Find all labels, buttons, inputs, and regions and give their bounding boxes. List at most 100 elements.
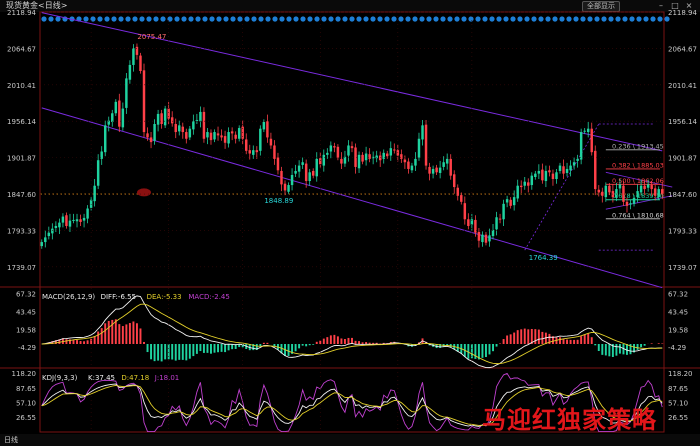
marker-dot bbox=[118, 16, 124, 22]
candle-body bbox=[156, 113, 160, 125]
candle-body bbox=[498, 218, 502, 220]
kdj-legend-label: KDJ(9,3,3) bbox=[42, 374, 78, 382]
marker-dot bbox=[468, 16, 474, 22]
candle-body bbox=[428, 166, 431, 174]
candle-body bbox=[315, 158, 318, 177]
marker-dot bbox=[300, 16, 306, 22]
marker-dot bbox=[132, 16, 138, 22]
marker-dot bbox=[272, 16, 278, 22]
candle-body bbox=[393, 149, 396, 151]
candle-body bbox=[417, 138, 421, 158]
candle-body bbox=[86, 208, 89, 219]
macd-dea-line bbox=[41, 303, 663, 365]
marker-dot bbox=[139, 16, 145, 22]
candle-body bbox=[269, 138, 273, 146]
y-tick-label-right: 1847.60 bbox=[668, 191, 697, 199]
y-tick-label: 2118.94 bbox=[7, 9, 36, 17]
candle-body bbox=[435, 167, 438, 173]
candle-body bbox=[206, 132, 209, 138]
candle-body bbox=[280, 170, 283, 185]
status-bar: 日线 bbox=[0, 434, 700, 446]
candle-body bbox=[149, 137, 153, 143]
candle-body bbox=[403, 159, 407, 163]
candle-body bbox=[326, 152, 329, 155]
marker-dot bbox=[377, 16, 383, 22]
y-tick-label: 118.20 bbox=[12, 370, 37, 378]
marker-dot bbox=[643, 16, 649, 22]
y-tick-label-right: 118.20 bbox=[668, 370, 693, 378]
marker-dot bbox=[510, 16, 516, 22]
candle-body bbox=[657, 189, 660, 198]
candle-body bbox=[163, 108, 167, 126]
candle-body bbox=[537, 170, 541, 174]
marker-dot bbox=[258, 16, 264, 22]
candle-body bbox=[523, 181, 526, 186]
candle-body bbox=[386, 153, 389, 157]
marker-dot bbox=[363, 16, 369, 22]
candle-body bbox=[548, 170, 551, 173]
candle-body bbox=[51, 228, 54, 234]
candle-body bbox=[170, 117, 174, 124]
macd-legend-label: DIFF:-6.55 bbox=[101, 293, 136, 301]
candle-body bbox=[245, 139, 248, 151]
candle-body bbox=[364, 153, 368, 161]
marker-dot bbox=[342, 16, 348, 22]
candle-body bbox=[153, 123, 156, 141]
marker-dot bbox=[167, 16, 173, 22]
watermark-text: 马迎红独家策略 bbox=[482, 406, 657, 434]
marker-dot bbox=[251, 16, 257, 22]
candle-body bbox=[340, 158, 343, 164]
candle-body bbox=[118, 100, 121, 127]
candle-body bbox=[354, 147, 357, 167]
marker-dot bbox=[188, 16, 194, 22]
price-annotation: 2075.47 bbox=[137, 33, 166, 41]
candle-body bbox=[650, 185, 653, 190]
candle-body bbox=[361, 154, 364, 162]
marker-dot bbox=[384, 16, 390, 22]
candle-body bbox=[139, 55, 142, 71]
candle-body bbox=[135, 46, 139, 55]
candle-body bbox=[414, 158, 417, 166]
candle-body bbox=[484, 234, 488, 243]
candle-body bbox=[534, 173, 537, 177]
candle-body bbox=[505, 199, 509, 203]
marker-dot bbox=[356, 16, 362, 22]
marker-dot bbox=[503, 16, 509, 22]
kdj-legend-label: K:37.45 bbox=[88, 374, 115, 382]
marker-dot bbox=[636, 16, 642, 22]
candle-body bbox=[276, 157, 280, 171]
candle-body bbox=[661, 189, 664, 194]
marker-dot bbox=[293, 16, 299, 22]
marker-dot bbox=[195, 16, 201, 22]
marker-dot bbox=[55, 16, 61, 22]
candle-body bbox=[319, 158, 322, 165]
marker-dot bbox=[174, 16, 180, 22]
marker-dot bbox=[524, 16, 530, 22]
marker-dot bbox=[545, 16, 551, 22]
marker-dot bbox=[629, 16, 635, 22]
marker-ellipse bbox=[137, 188, 151, 197]
marker-dot bbox=[405, 16, 411, 22]
candle-body bbox=[653, 188, 657, 196]
candle-body bbox=[234, 134, 237, 139]
y-tick-label: 57.10 bbox=[16, 399, 36, 407]
candle-body bbox=[421, 125, 424, 140]
candle-body bbox=[283, 183, 287, 191]
y-tick-label: 2064.67 bbox=[7, 45, 36, 53]
candle-body bbox=[615, 189, 618, 198]
price-annotation: 1764.39 bbox=[529, 254, 558, 262]
y-tick-label-right: 87.65 bbox=[668, 385, 688, 393]
chart-canvas[interactable]: 0.236 \ 1913.450.382 \ 1885.030.500 \ 18… bbox=[0, 0, 700, 446]
y-tick-label-right: -4.29 bbox=[668, 344, 686, 352]
candle-body bbox=[512, 197, 516, 206]
candle-body bbox=[474, 219, 477, 233]
candle-body bbox=[142, 70, 146, 133]
candle-body bbox=[111, 113, 114, 122]
candle-body bbox=[223, 136, 227, 143]
candle-body bbox=[502, 203, 505, 220]
candle-body bbox=[555, 172, 558, 180]
candle-body bbox=[192, 121, 195, 130]
marker-dot bbox=[559, 16, 565, 22]
marker-dot bbox=[538, 16, 544, 22]
y-tick-label-right: 1739.07 bbox=[668, 264, 697, 272]
